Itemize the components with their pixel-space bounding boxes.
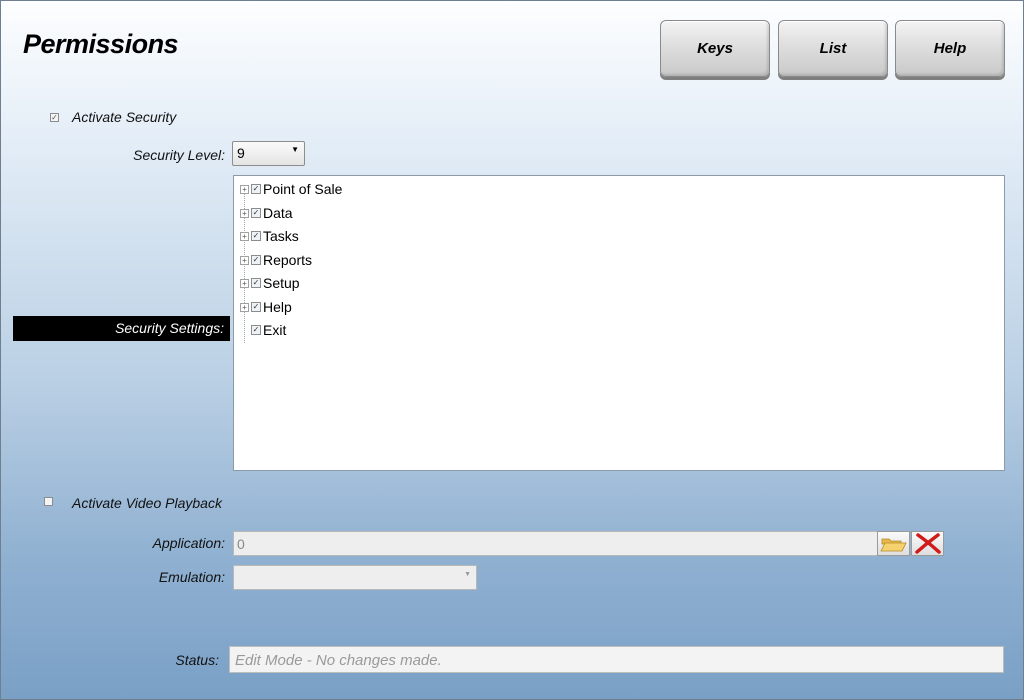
expand-icon[interactable]: + xyxy=(240,184,249,194)
tree-item-reports[interactable]: + ✓ Reports xyxy=(240,251,312,269)
tree-item-point-of-sale[interactable]: + ✓ Point of Sale xyxy=(240,180,342,198)
security-level-select[interactable]: 9 ▼ xyxy=(232,141,305,166)
tree-item-label: Help xyxy=(263,299,292,315)
tree-checkbox[interactable]: ✓ xyxy=(251,325,261,335)
activate-video-checkbox[interactable] xyxy=(44,497,53,506)
clear-button[interactable] xyxy=(911,531,944,556)
expand-icon[interactable]: + xyxy=(240,302,249,312)
tree-item-exit[interactable]: ✓ Exit xyxy=(240,321,286,339)
activate-video-label: Activate Video Playback xyxy=(72,495,222,511)
tree-checkbox[interactable]: ✓ xyxy=(251,184,261,194)
list-button[interactable]: List xyxy=(778,20,888,77)
page-title: Permissions xyxy=(23,29,179,59)
chevron-down-icon: ▼ xyxy=(291,145,299,154)
security-settings-label-band: Security Settings: xyxy=(13,316,230,341)
tree-item-label: Reports xyxy=(263,252,313,268)
chevron-down-icon: ▼ xyxy=(464,571,471,578)
tree-checkbox[interactable]: ✓ xyxy=(251,302,261,312)
activate-security-label: Activate Security xyxy=(72,109,177,125)
tree-item-setup[interactable]: + ✓ Setup xyxy=(240,274,300,292)
tree-item-label: Point of Sale xyxy=(263,181,343,197)
emulation-label: Emulation: xyxy=(158,569,225,585)
tree-item-label: Exit xyxy=(263,322,287,338)
tree-checkbox[interactable]: ✓ xyxy=(251,208,261,218)
help-button[interactable]: Help xyxy=(895,20,1005,77)
tree-checkbox[interactable]: ✓ xyxy=(251,255,261,265)
security-level-value: 9 xyxy=(237,145,245,161)
expand-icon[interactable]: + xyxy=(240,208,249,218)
tree-item-label: Setup xyxy=(263,275,300,291)
application-field[interactable]: 0 xyxy=(233,531,878,556)
tree-item-data[interactable]: + ✓ Data xyxy=(240,204,293,222)
security-settings-tree[interactable]: + ✓ Point of Sale + ✓ Data + ✓ Tasks + ✓… xyxy=(233,175,1005,471)
security-settings-label: Security Settings: xyxy=(115,320,224,336)
tree-item-help[interactable]: + ✓ Help xyxy=(240,298,292,316)
tree-checkbox[interactable]: ✓ xyxy=(251,278,261,288)
expand-icon[interactable]: + xyxy=(240,255,249,265)
tree-item-label: Tasks xyxy=(263,228,299,244)
status-field: Edit Mode - No changes made. xyxy=(229,646,1004,673)
application-label: Application: xyxy=(152,535,225,551)
keys-button[interactable]: Keys xyxy=(660,20,770,77)
folder-open-icon xyxy=(880,538,907,552)
status-label: Status: xyxy=(175,652,219,668)
expand-icon[interactable]: + xyxy=(240,278,249,288)
tree-branch-icon xyxy=(240,326,249,335)
red-x-icon xyxy=(915,533,941,554)
emulation-select[interactable]: ▼ xyxy=(233,565,477,590)
security-level-label: Security Level: xyxy=(133,147,225,163)
activate-security-checkbox[interactable]: ✓ xyxy=(50,113,59,122)
browse-button[interactable] xyxy=(877,531,910,556)
expand-icon[interactable]: + xyxy=(240,231,249,241)
tree-item-label: Data xyxy=(263,205,293,221)
tree-item-tasks[interactable]: + ✓ Tasks xyxy=(240,227,299,245)
tree-checkbox[interactable]: ✓ xyxy=(251,231,261,241)
